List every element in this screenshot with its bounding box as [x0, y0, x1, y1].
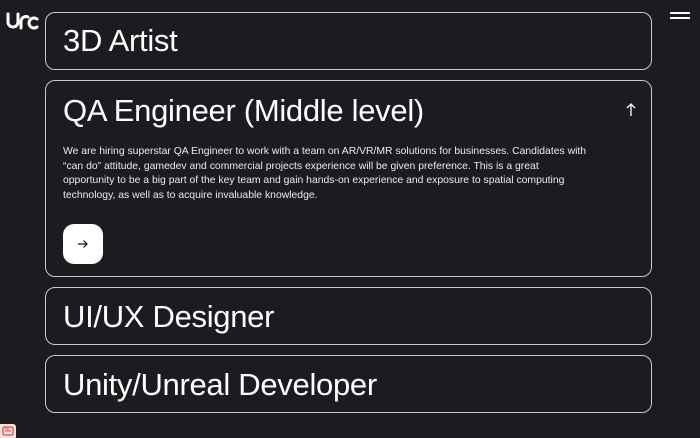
vacancy-card-3d-artist[interactable]: 3D Artist: [45, 12, 652, 70]
vacancy-title: QA Engineer (Middle level): [63, 93, 424, 128]
vacancy-card-unity-unreal-developer[interactable]: Unity/Unreal Developer: [45, 355, 652, 413]
hamburger-menu-icon[interactable]: [670, 11, 690, 23]
vacancy-title: Unity/Unreal Developer: [63, 367, 377, 402]
arrow-up-icon[interactable]: [624, 102, 638, 118]
vacancy-description: We are hiring superstar QA Engineer to w…: [63, 146, 587, 201]
apply-button[interactable]: [63, 224, 103, 264]
urc-logo-icon[interactable]: [6, 10, 40, 32]
careers-page: 3D Artist QA Engineer (Middle level) We …: [0, 0, 700, 438]
arrow-right-icon: [78, 240, 88, 248]
vacancy-card-qa-engineer[interactable]: QA Engineer (Middle level) We are hiring…: [45, 80, 652, 277]
widget-badge-icon[interactable]: [0, 424, 16, 438]
vacancy-title: 3D Artist: [63, 23, 178, 58]
menu-line: [670, 12, 690, 14]
menu-line: [670, 17, 690, 19]
vacancy-card-ui-ux-designer[interactable]: UI/UX Designer: [45, 287, 652, 345]
vacancy-title: UI/UX Designer: [63, 299, 275, 334]
